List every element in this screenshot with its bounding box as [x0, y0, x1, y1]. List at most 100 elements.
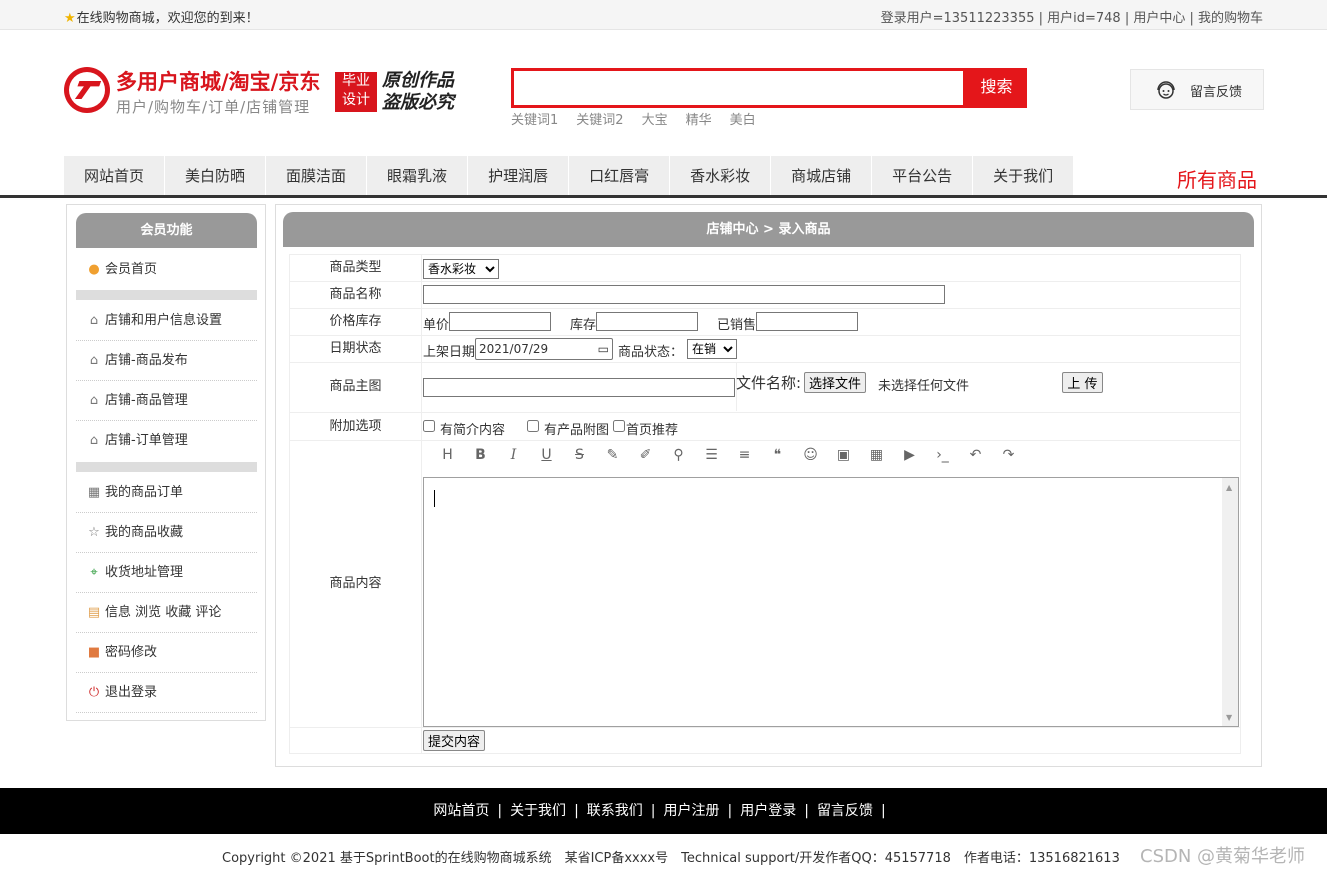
emoji-icon[interactable]: ☺ — [794, 447, 827, 463]
scroll-down-icon[interactable]: ▼ — [1226, 713, 1232, 722]
shelf-date-label: 上架日期 — [423, 345, 476, 360]
row-value: 文件名称: 选择文件 未选择任何文件 上 传 — [423, 363, 1240, 412]
content-editor[interactable]: ▲ ▼ — [423, 477, 1239, 727]
user-links[interactable]: 登录用户=13511223355 | 用户id=748 | 用户中心 | 我的购… — [881, 7, 1263, 26]
redo-icon[interactable]: ↷ — [992, 447, 1025, 463]
footer-link[interactable]: 网站首页 — [433, 803, 489, 819]
sidebar-item-my-orders[interactable]: ▦ 我的商品订单 — [76, 473, 257, 513]
sidebar-item-password[interactable]: ■ 密码修改 — [76, 633, 257, 673]
field-label: 商品内容 — [290, 441, 422, 727]
heading-icon[interactable]: H — [431, 447, 464, 463]
stock-input[interactable] — [596, 312, 698, 331]
footer-link[interactable]: 用户登录 — [740, 803, 796, 819]
sidebar-title: 会员功能 — [76, 213, 257, 248]
align-icon[interactable]: ≡ — [728, 447, 761, 463]
list-icon[interactable]: ☰ — [695, 447, 728, 463]
keyword-link[interactable]: 精华 — [686, 113, 712, 128]
logo-icon[interactable] — [64, 67, 110, 113]
nav-item[interactable]: 面膜洁面 — [266, 156, 368, 196]
brush-icon[interactable]: ✐ — [629, 447, 662, 463]
nav-item[interactable]: 平台公告 — [872, 156, 974, 196]
sold-label: 已销售 — [717, 318, 757, 333]
footer-link[interactable]: 联系我们 — [587, 803, 643, 819]
sidebar-separator — [76, 462, 257, 472]
sidebar-item-shop-settings[interactable]: ⌂ 店铺和用户信息设置 — [76, 301, 257, 341]
keyword-link[interactable]: 关键词2 — [576, 113, 623, 128]
shelf-date-input[interactable]: 2021/07/29 ▭ — [475, 338, 613, 360]
sidebar-item-logout[interactable]: ⏻ 退出登录 — [76, 673, 257, 713]
underline-icon[interactable]: U — [530, 447, 563, 463]
submit-button[interactable]: 提交内容 — [423, 730, 486, 751]
separator: | — [497, 803, 503, 819]
motto: 原创作品 盗版必究 — [382, 70, 454, 114]
choose-file-button[interactable]: 选择文件 — [804, 372, 867, 393]
sidebar-item-home[interactable]: ● 会员首页 — [76, 250, 257, 290]
italic-icon[interactable]: I — [497, 447, 530, 463]
sold-input[interactable] — [756, 312, 858, 331]
house-icon: ⌂ — [89, 433, 99, 448]
home-recommend-checkbox[interactable] — [613, 420, 625, 432]
footer-link[interactable]: 用户注册 — [664, 803, 720, 819]
nav-item[interactable]: 眼霜乳液 — [367, 156, 469, 196]
editor-scrollbar[interactable]: ▲ ▼ — [1222, 478, 1238, 726]
nav-item[interactable]: 美白防晒 — [165, 156, 267, 196]
intro-checkbox[interactable] — [423, 420, 435, 432]
product-img-label: 有产品附图 — [544, 423, 610, 438]
nav-item[interactable]: 关于我们 — [973, 156, 1075, 196]
sidebar-item-info[interactable]: ▤ 信息 浏览 收藏 评论 — [76, 593, 257, 633]
keyword-link[interactable]: 关键词1 — [511, 113, 558, 128]
code-icon[interactable]: ›_ — [926, 447, 959, 463]
sidebar-item-address[interactable]: ⌖ 收货地址管理 — [76, 553, 257, 593]
row-value: 香水彩妆 — [423, 255, 1240, 281]
footer-link[interactable]: 关于我们 — [510, 803, 566, 819]
highlight-icon[interactable]: ✎ — [596, 447, 629, 463]
sidebar-item-favorites[interactable]: ☆ 我的商品收藏 — [76, 513, 257, 553]
scroll-up-icon[interactable]: ▲ — [1226, 483, 1232, 492]
search-input[interactable] — [511, 68, 966, 108]
nav-item[interactable]: 网站首页 — [64, 156, 166, 196]
footer-link[interactable]: 留言反馈 — [817, 803, 873, 819]
video-icon[interactable]: ▶ — [893, 447, 926, 463]
link-icon[interactable]: ⚲ — [662, 447, 695, 463]
type-select[interactable]: 香水彩妆 — [423, 259, 499, 279]
field-label-empty — [290, 728, 422, 753]
keyword-list: 关键词1 关键词2 大宝 精华 美白 — [511, 109, 774, 128]
unit-price-input[interactable] — [449, 312, 551, 331]
lock-icon: ■ — [87, 645, 101, 660]
main-nav: 网站首页 美白防晒 面膜洁面 眼霜乳液 护理润唇 口红唇膏 香水彩妆 商城店铺 … — [64, 156, 1075, 196]
name-input[interactable] — [423, 285, 945, 304]
keyword-link[interactable]: 美白 — [730, 113, 756, 128]
sidebar-item-publish[interactable]: ⌂ 店铺-商品发布 — [76, 341, 257, 381]
all-goods-link[interactable]: 所有商品 — [1177, 164, 1257, 193]
feedback-button[interactable]: 留言反馈 — [1130, 69, 1264, 110]
copyright-text: Copyright ©2021 基于SprintBoot的在线购物商城系统 某省… — [222, 851, 1120, 866]
row-price: 价格库存 单价 库存 已销售 — [289, 309, 1241, 336]
status-select[interactable]: 在销 — [687, 339, 737, 359]
nav-item[interactable]: 商城店铺 — [771, 156, 873, 196]
status-label: 商品状态： — [618, 345, 684, 360]
search-button[interactable]: 搜索 — [966, 68, 1027, 108]
field-label: 商品主图 — [290, 363, 422, 412]
sidebar-item-order-manage[interactable]: ⌂ 店铺-订单管理 — [76, 421, 257, 461]
row-value: H B I U S ✎ ✐ ⚲ ☰ ≡ ❝ ☺ ▣ ▦ ▶ ›_ ↶ ↷ ▲ ▼ — [423, 441, 1240, 727]
nav-item[interactable]: 口红唇膏 — [569, 156, 671, 196]
image-icon[interactable]: ▣ — [827, 447, 860, 463]
quote-icon[interactable]: ❝ — [761, 447, 794, 463]
table-icon[interactable]: ▦ — [860, 447, 893, 463]
upload-button[interactable]: 上 传 — [1062, 372, 1103, 393]
site-subtitle: 用户/购物车/订单/店铺管理 — [116, 98, 311, 116]
bold-icon[interactable]: B — [464, 447, 497, 463]
keyword-link[interactable]: 大宝 — [642, 113, 668, 128]
image-path-input[interactable] — [423, 378, 735, 397]
nav-item[interactable]: 香水彩妆 — [670, 156, 772, 196]
strikethrough-icon[interactable]: S — [563, 447, 596, 463]
sidebar-item-label: 我的商品订单 — [105, 485, 184, 500]
shelf-date-value: 2021/07/29 — [479, 342, 549, 356]
undo-icon[interactable]: ↶ — [959, 447, 992, 463]
sidebar-item-label: 密码修改 — [105, 645, 158, 660]
calendar-icon[interactable]: ▭ — [598, 339, 609, 359]
separator: | — [804, 803, 809, 819]
sidebar-item-goods-manage[interactable]: ⌂ 店铺-商品管理 — [76, 381, 257, 421]
nav-item[interactable]: 护理润唇 — [468, 156, 570, 196]
product-img-checkbox[interactable] — [527, 420, 539, 432]
